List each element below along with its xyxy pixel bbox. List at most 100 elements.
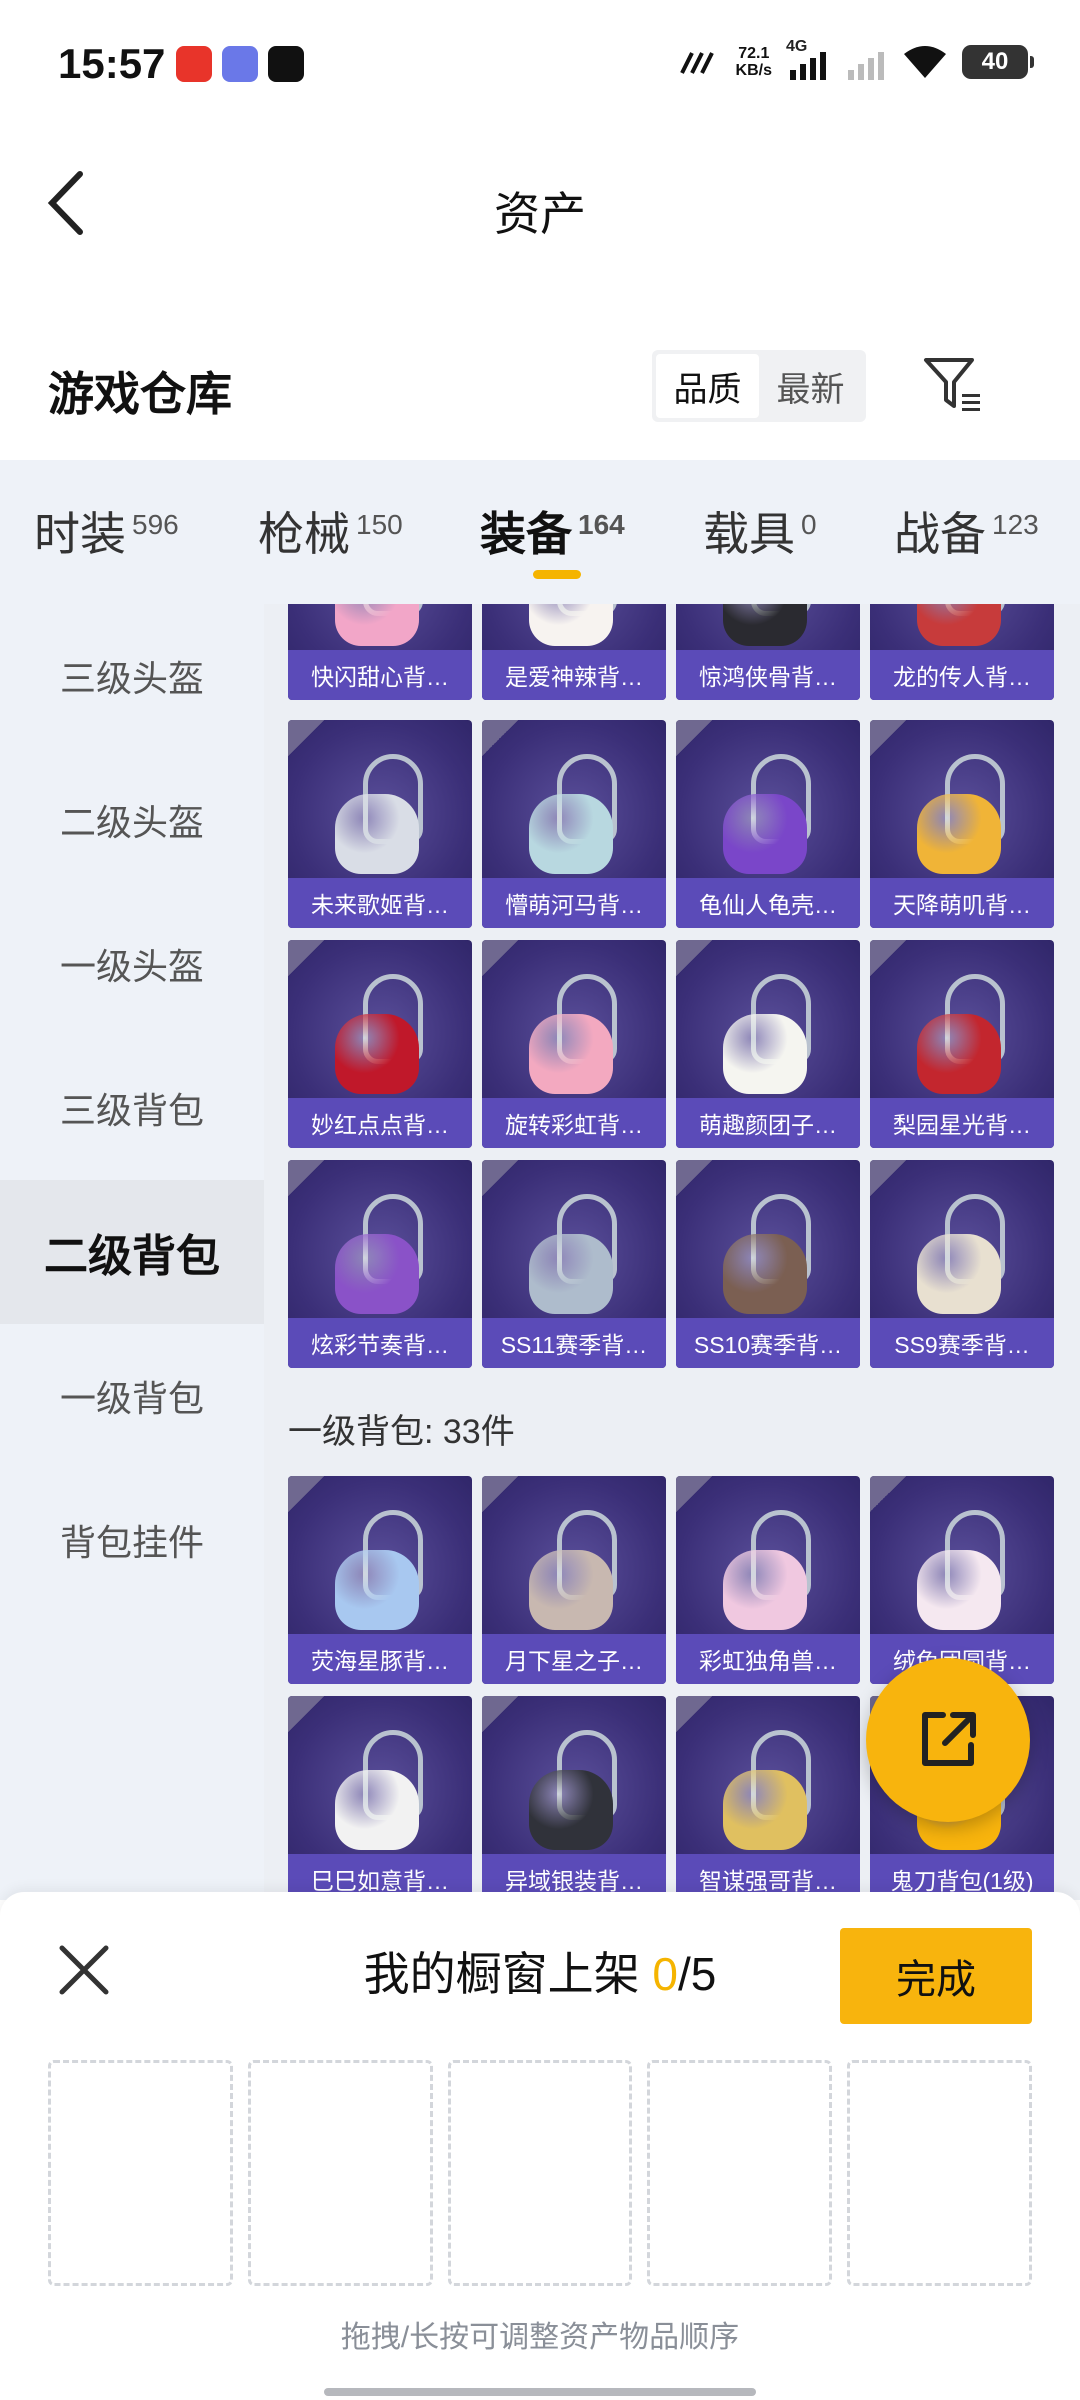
item-name: 彩虹独角兽… <box>676 1634 860 1684</box>
battery-icon: 40 <box>962 45 1034 79</box>
checkmark-corner-icon <box>288 1160 324 1196</box>
showcase-slot[interactable] <box>447 2060 633 2286</box>
item-name: 萌趣颜团子… <box>676 1098 860 1148</box>
backpack-card[interactable]: 快闪甜心背… <box>288 604 472 700</box>
sidebar-item-level3-backpack[interactable]: 三级背包 <box>0 1036 264 1180</box>
item-name: 炫彩节奏背… <box>288 1318 472 1368</box>
item-name: SS11赛季背… <box>482 1318 666 1368</box>
backpack-card[interactable]: SS10赛季背… <box>676 1160 860 1368</box>
item-name: SS9赛季背… <box>870 1318 1054 1368</box>
sidebar-item-level3-helmet[interactable]: 三级头盔 <box>0 604 264 748</box>
sidebar: 三级头盔 二级头盔 一级头盔 三级背包 二级背包 一级背包 背包挂件 <box>0 604 264 1900</box>
backpack-card[interactable]: 天降萌叽背… <box>870 720 1054 928</box>
backpack-card[interactable]: 萌趣颜团子… <box>676 940 860 1148</box>
item-name: 惊鸿侠骨背… <box>676 650 860 700</box>
item-name: 月下星之子… <box>482 1634 666 1684</box>
checkmark-corner-icon <box>870 940 906 976</box>
showcase-total: /5 <box>678 1948 717 2000</box>
item-name: 龟仙人龟壳… <box>676 878 860 928</box>
net-speed: 72.1 KB/s <box>735 45 772 79</box>
checkmark-corner-icon <box>676 940 712 976</box>
filter-icon[interactable] <box>920 352 984 416</box>
showcase-slot[interactable] <box>48 2060 233 2286</box>
sidebar-item-level2-helmet[interactable]: 二级头盔 <box>0 748 264 892</box>
item-name: 妙红点点背… <box>288 1098 472 1148</box>
backpack-card[interactable]: 懵萌河马背… <box>482 720 666 928</box>
backpack-card[interactable]: 炫彩节奏背… <box>288 1160 472 1368</box>
backpack-icon <box>325 604 435 646</box>
backpack-card[interactable]: 龟仙人龟壳… <box>676 720 860 928</box>
backpack-icon <box>325 1510 435 1630</box>
item-name: 未来歌姬背… <box>288 878 472 928</box>
backpack-icon <box>519 974 629 1094</box>
checkmark-corner-icon <box>288 1696 324 1732</box>
sidebar-item-level1-helmet[interactable]: 一级头盔 <box>0 892 264 1036</box>
backpack-card[interactable]: 巳巳如意背… <box>288 1696 472 1900</box>
showcase-slot[interactable] <box>847 2060 1032 2286</box>
app-icon <box>222 46 258 82</box>
backpack-card[interactable]: 彩虹独角兽… <box>676 1476 860 1684</box>
checkmark-corner-icon <box>676 1696 712 1732</box>
backpack-icon <box>713 604 823 646</box>
sort-quality-button[interactable]: 品质 <box>656 354 759 418</box>
sidebar-item-level2-backpack[interactable]: 二级背包 <box>0 1180 264 1324</box>
tab-fashion[interactable]: 时装 596 <box>34 498 179 564</box>
backpack-card[interactable]: 旋转彩虹背… <box>482 940 666 1148</box>
done-button[interactable]: 完成 <box>840 1928 1032 2024</box>
item-name: 懵萌河马背… <box>482 878 666 928</box>
share-button[interactable] <box>866 1658 1030 1822</box>
item-name: 旋转彩虹背… <box>482 1098 666 1148</box>
backpack-card[interactable]: 惊鸿侠骨背… <box>676 604 860 700</box>
sort-toggle: 品质 最新 <box>652 350 866 422</box>
tab-vehicles[interactable]: 载具 0 <box>703 498 817 564</box>
signal-icon: 4G <box>786 38 830 82</box>
tab-supplies[interactable]: 战备 123 <box>894 498 1039 564</box>
checkmark-corner-icon <box>482 1476 518 1512</box>
backpack-icon <box>907 604 1017 646</box>
backpack-card[interactable]: SS11赛季背… <box>482 1160 666 1368</box>
tab-firearms[interactable]: 枪械 150 <box>258 498 403 564</box>
backpack-card[interactable]: 绒兔团圆背… <box>870 1476 1054 1684</box>
status-time: 15:57 <box>58 40 166 87</box>
warehouse-title: 游戏仓库 <box>48 368 232 420</box>
backpack-card[interactable]: 妙红点点背… <box>288 940 472 1148</box>
checkmark-corner-icon <box>870 720 906 756</box>
backpack-icon <box>713 754 823 874</box>
checkmark-corner-icon <box>482 1696 518 1732</box>
backpack-icon <box>325 754 435 874</box>
item-name: 快闪甜心背… <box>288 650 472 700</box>
backpack-card[interactable]: 龙的传人背… <box>870 604 1054 700</box>
backpack-card[interactable]: 未来歌姬背… <box>288 720 472 928</box>
backpack-card[interactable]: 梨园星光背… <box>870 940 1054 1148</box>
showcase-slot[interactable] <box>247 2060 433 2286</box>
backpack-card[interactable]: 月下星之子… <box>482 1476 666 1684</box>
share-icon <box>922 1712 976 1766</box>
sort-latest-button[interactable]: 最新 <box>759 354 862 418</box>
backpack-icon <box>713 974 823 1094</box>
tiktok-icon <box>268 46 304 82</box>
netease-music-icon <box>176 46 212 82</box>
checkmark-corner-icon <box>482 720 518 756</box>
backpack-icon <box>907 1194 1017 1314</box>
checkmark-corner-icon <box>482 1160 518 1196</box>
sidebar-item-backpack-charm[interactable]: 背包挂件 <box>0 1468 264 1612</box>
backpack-icon <box>519 1510 629 1630</box>
tab-equipment[interactable]: 装备 164 <box>480 498 625 564</box>
backpack-card[interactable]: 异域银装背… <box>482 1696 666 1900</box>
sidebar-item-level1-backpack[interactable]: 一级背包 <box>0 1324 264 1468</box>
checkmark-corner-icon <box>482 940 518 976</box>
home-indicator <box>324 2388 756 2396</box>
backpack-card[interactable]: 智谋强哥背… <box>676 1696 860 1900</box>
item-name: 天降萌叽背… <box>870 878 1054 928</box>
backpack-icon <box>907 754 1017 874</box>
item-name: 梨园星光背… <box>870 1098 1054 1148</box>
backpack-icon <box>907 974 1017 1094</box>
backpack-card[interactable]: 是爱神辣背… <box>482 604 666 700</box>
backpack-card[interactable]: SS9赛季背… <box>870 1160 1054 1368</box>
backpack-card[interactable]: 荧海星豚背… <box>288 1476 472 1684</box>
showcase-slots <box>48 2060 1032 2286</box>
section-title: 一级背包: 33件 <box>288 1413 515 1451</box>
showcase-slot[interactable] <box>647 2060 833 2286</box>
backpack-icon <box>325 1730 435 1850</box>
reorder-hint: 拖拽/长按可调整资产物品顺序 <box>340 2321 740 2354</box>
